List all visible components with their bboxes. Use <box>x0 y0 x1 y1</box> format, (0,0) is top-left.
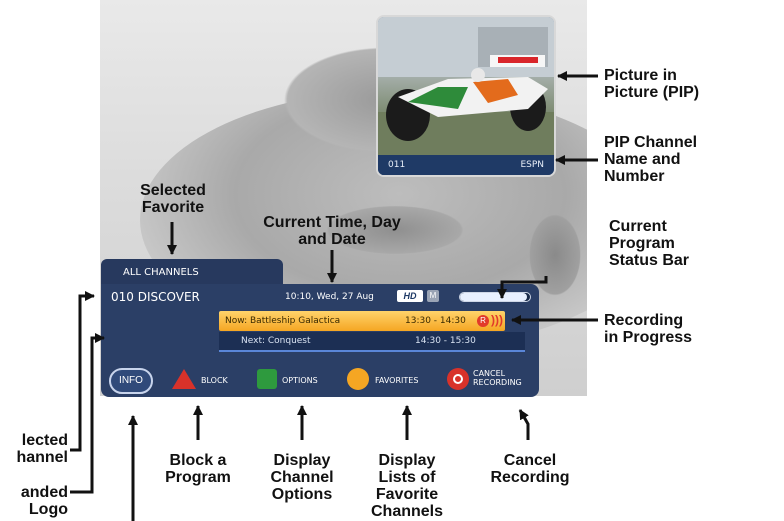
cancel-recording-annotation: Cancel Recording <box>490 452 570 486</box>
block-program-label: Block a Program <box>165 452 231 486</box>
pip-label: Picture in Picture (PIP) <box>604 67 700 101</box>
status-bar-arrow <box>497 276 548 299</box>
channel-arrow <box>70 291 95 452</box>
selected-favorite-label: Selected Favorite <box>140 182 206 216</box>
selected-channel-label: lected hannel <box>16 432 68 466</box>
favorite-lists-label: Display Lists of Favorite Channels <box>370 452 443 520</box>
recording-label: Recording in Progress <box>604 312 693 346</box>
current-time-label: Current Time, Day and Date <box>263 214 401 248</box>
status-bar-label: Current Program Status Bar <box>609 218 690 269</box>
channel-options-label: Display Channel Options <box>270 452 334 503</box>
pip-channel-label: PIP Channel Name and Number <box>604 134 698 185</box>
branded-logo-label: anded Logo <box>20 484 68 518</box>
cancel-arrow <box>518 409 530 440</box>
logo-arrow <box>70 333 105 494</box>
